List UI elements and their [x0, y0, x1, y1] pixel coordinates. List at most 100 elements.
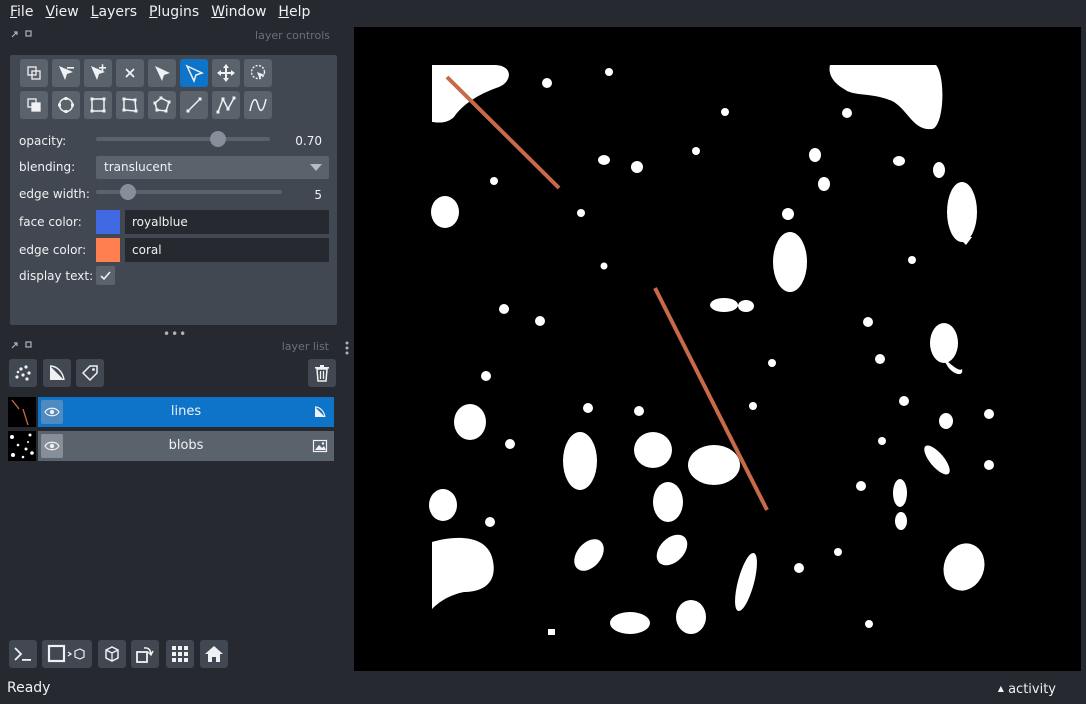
edge-color-input[interactable]: coral	[125, 238, 329, 262]
menu-layers-label: ayers	[98, 4, 138, 20]
activity-label: activity	[1008, 682, 1056, 697]
menu-help-mnemonic: H	[278, 4, 289, 20]
add-vertex-icon	[91, 64, 106, 80]
menu-file[interactable]: File	[4, 0, 39, 24]
add-vertex-button[interactable]	[84, 59, 112, 87]
face-color-swatch[interactable]	[96, 210, 120, 234]
layer-thumbnail	[8, 397, 36, 427]
add-ellipse-button[interactable]	[52, 91, 80, 119]
dock-menu-icon[interactable]	[345, 340, 349, 356]
cube-roll-icon	[105, 646, 119, 662]
menu-window-label: indow	[224, 4, 267, 20]
canvas-image	[429, 65, 994, 635]
layer-row-blobs[interactable]: blobs	[8, 431, 334, 461]
delete-shape-button[interactable]	[116, 59, 144, 87]
lines-shapes[interactable]	[445, 75, 769, 511]
layer-thumbnail	[8, 431, 36, 461]
trash-icon	[315, 365, 329, 382]
viewer-canvas[interactable]	[354, 27, 1081, 671]
dock-splitter-handle[interactable]: •••	[163, 327, 187, 341]
pan-zoom-button[interactable]	[212, 59, 240, 87]
activity-button[interactable]: ▲ activity	[998, 682, 1056, 697]
menu-help-label: elp	[288, 4, 311, 20]
new-points-layer-button[interactable]	[9, 359, 37, 387]
dock-close-float-icon[interactable]	[11, 29, 33, 39]
menu-view[interactable]: View	[39, 0, 84, 24]
transpose-dimensions-button[interactable]	[131, 640, 159, 668]
chevron-down-icon	[310, 164, 322, 171]
roll-dimensions-button[interactable]	[98, 640, 126, 668]
face-color-label: face color:	[19, 215, 82, 229]
new-labels-layer-button[interactable]	[76, 359, 104, 387]
line-shape[interactable]	[445, 75, 561, 190]
delete-layer-button[interactable]	[308, 359, 336, 387]
menu-window-mnemonic: W	[211, 4, 225, 20]
shape-move-back-button[interactable]	[20, 59, 48, 87]
add-path-button[interactable]	[212, 91, 240, 119]
console-button[interactable]	[9, 640, 37, 668]
polygon-icon	[122, 97, 138, 113]
image-layer-type-icon	[312, 438, 328, 454]
edge-width-label: edge width:	[19, 187, 90, 201]
menu-view-label: iew	[54, 4, 79, 20]
menu-help[interactable]: Help	[272, 0, 316, 24]
new-shapes-layer-button[interactable]	[43, 359, 71, 387]
transpose-icon	[136, 647, 154, 663]
menu-plugins[interactable]: Plugins	[143, 0, 205, 24]
menu-layers-mnemonic: L	[90, 4, 99, 20]
status-bar: Ready ▲ activity	[0, 672, 1086, 704]
display-text-checkbox[interactable]	[96, 266, 115, 285]
menu-view-mnemonic: V	[45, 4, 55, 20]
edge-width-slider-handle[interactable]	[119, 184, 136, 200]
layer-body[interactable]: lines	[38, 397, 334, 427]
add-polygon-lasso-button[interactable]	[148, 91, 176, 119]
add-line-button[interactable]	[180, 91, 208, 119]
2d-3d-toggle-icon	[47, 644, 85, 663]
menu-window[interactable]: Window	[205, 0, 272, 24]
ellipse-icon	[58, 97, 74, 113]
layer-controls-panel: opacity: 0.70 blending: translucent edge…	[10, 55, 337, 325]
select-arrow-icon	[155, 66, 170, 81]
checkmark-icon	[100, 271, 111, 281]
opacity-value: 0.70	[295, 134, 322, 148]
menu-file-mnemonic: F	[10, 4, 18, 20]
remove-vertex-icon	[59, 66, 74, 80]
dock-float-icons[interactable]	[11, 29, 33, 42]
opacity-slider-handle[interactable]	[209, 131, 226, 147]
select-shapes-button[interactable]	[148, 59, 176, 87]
eye-icon[interactable]	[41, 400, 63, 424]
path-icon	[216, 96, 236, 114]
left-dock: layer controls opacity: 0.70 blending: t…	[0, 27, 350, 670]
eye-icon[interactable]	[41, 434, 63, 458]
toggle-ndisplay-button[interactable]	[42, 640, 92, 668]
dock-float-icon[interactable]	[11, 340, 33, 350]
lasso-select-button[interactable]	[244, 59, 272, 87]
line-icon	[186, 97, 202, 113]
layer-name: blobs	[168, 438, 204, 453]
terminal-icon	[14, 647, 31, 661]
menu-layers[interactable]: Layers	[85, 0, 143, 24]
tag-icon	[81, 365, 98, 382]
edge-color-label: edge color:	[19, 243, 87, 257]
select-vertices-button[interactable]	[180, 59, 208, 87]
layer-body[interactable]: blobs	[38, 431, 334, 461]
add-polygon-button[interactable]	[116, 91, 144, 119]
opacity-slider[interactable]	[96, 137, 270, 141]
layer-controls-title: layer controls	[255, 29, 330, 42]
move-arrows-icon	[217, 64, 235, 82]
grid-view-button[interactable]	[166, 640, 194, 668]
face-color-input[interactable]: royalblue	[125, 210, 329, 234]
add-rectangle-button[interactable]	[84, 91, 112, 119]
shape-move-front-button[interactable]	[20, 91, 48, 119]
points-icon	[15, 365, 31, 381]
status-text: Ready	[7, 680, 51, 696]
layer-list-dock-icons[interactable]	[11, 340, 33, 353]
grid-icon	[172, 646, 188, 662]
blending-dropdown[interactable]: translucent	[96, 156, 329, 179]
remove-vertex-button[interactable]	[52, 59, 80, 87]
opacity-label: opacity:	[19, 134, 67, 148]
reset-view-button[interactable]	[200, 640, 228, 668]
layer-row-lines[interactable]: lines	[8, 397, 334, 427]
edge-color-swatch[interactable]	[96, 238, 120, 262]
add-freehand-path-button[interactable]	[244, 91, 272, 119]
